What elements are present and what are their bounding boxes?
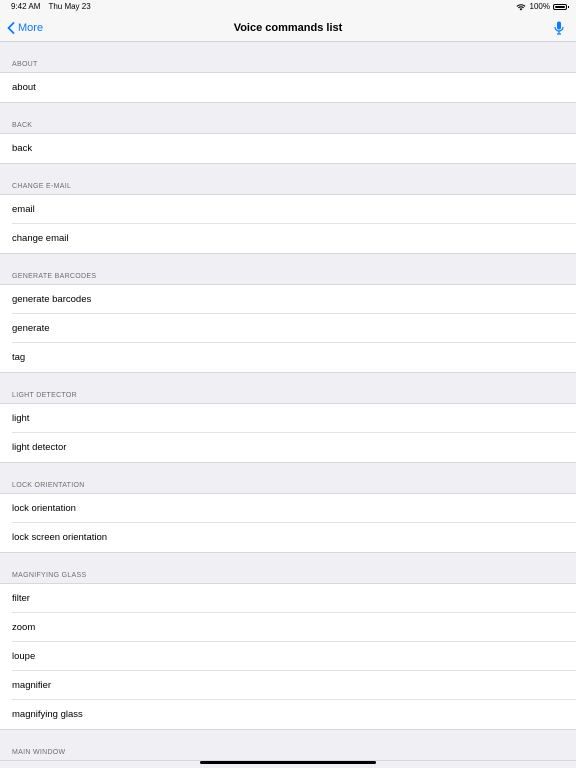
list-item[interactable]: loupe xyxy=(0,642,576,671)
list-item[interactable]: email xyxy=(0,195,576,224)
status-left: 9:42 AM Thu May 23 xyxy=(11,0,97,14)
list-item[interactable]: zoom xyxy=(0,613,576,642)
section: MAGNIFYING GLASS filter zoom loupe magnifier… xyxy=(0,553,576,730)
wifi-icon xyxy=(516,4,526,11)
list-item[interactable]: light detector xyxy=(0,433,576,462)
list-item[interactable]: back xyxy=(0,134,576,163)
section-header: GENERATE BARCODES xyxy=(0,254,576,285)
list-item[interactable]: change email xyxy=(0,224,576,253)
section-rows: email change email xyxy=(0,195,576,254)
list-item[interactable]: about xyxy=(0,73,576,102)
battery-fill xyxy=(555,6,565,8)
section-header: LOCK ORIENTATION xyxy=(0,463,576,494)
section-rows: light light detector xyxy=(0,404,576,463)
section: BACK back xyxy=(0,103,576,164)
section-rows: lock orientation lock screen orientation xyxy=(0,494,576,553)
section: ABOUT about xyxy=(0,42,576,103)
status-time: 9:42 AM xyxy=(11,2,41,11)
navigation-bar: More Voice commands list xyxy=(0,14,576,42)
list-item[interactable]: magnifying glass xyxy=(0,700,576,729)
status-date: Thu May 23 xyxy=(48,2,91,11)
battery-icon xyxy=(553,4,569,10)
section-header: MAIN WINDOW xyxy=(0,730,576,761)
voice-commands-list: ABOUT about BACK back CHANGE E-MAIL email chan… xyxy=(0,42,576,761)
section-header: MAGNIFYING GLASS xyxy=(0,553,576,584)
status-bar: 9:42 AM Thu May 23 100% xyxy=(0,0,576,14)
status-right: 100% xyxy=(516,0,569,14)
section-rows: back xyxy=(0,134,576,164)
section-header: LIGHT DETECTOR xyxy=(0,373,576,404)
section: MAIN WINDOW xyxy=(0,730,576,761)
list-item[interactable]: lock screen orientation xyxy=(0,523,576,552)
list-item[interactable]: magnifier xyxy=(0,671,576,700)
section-header: CHANGE E-MAIL xyxy=(0,164,576,195)
section: LOCK ORIENTATION lock orientation lock scr… xyxy=(0,463,576,553)
list-item[interactable]: filter xyxy=(0,584,576,613)
section-header: BACK xyxy=(0,103,576,134)
section: LIGHT DETECTOR light light detector xyxy=(0,373,576,463)
section-rows: filter zoom loupe magnifier magnifying glass xyxy=(0,584,576,730)
battery-percent: 100% xyxy=(529,2,550,11)
list-item[interactable]: lock orientation xyxy=(0,494,576,523)
section-rows: generate barcodes generate tag xyxy=(0,285,576,373)
list-item[interactable]: generate barcodes xyxy=(0,285,576,314)
page-title: Voice commands list xyxy=(233,22,343,34)
section: GENERATE BARCODES generate barcodes genera… xyxy=(0,254,576,373)
section-header: ABOUT xyxy=(0,42,576,73)
home-indicator xyxy=(200,761,376,764)
microphone-icon[interactable] xyxy=(554,21,564,35)
list-item[interactable]: tag xyxy=(0,343,576,372)
list-item[interactable]: light xyxy=(0,404,576,433)
list-item[interactable]: generate xyxy=(0,314,576,343)
section-rows: about xyxy=(0,73,576,103)
section: CHANGE E-MAIL email change email xyxy=(0,164,576,254)
